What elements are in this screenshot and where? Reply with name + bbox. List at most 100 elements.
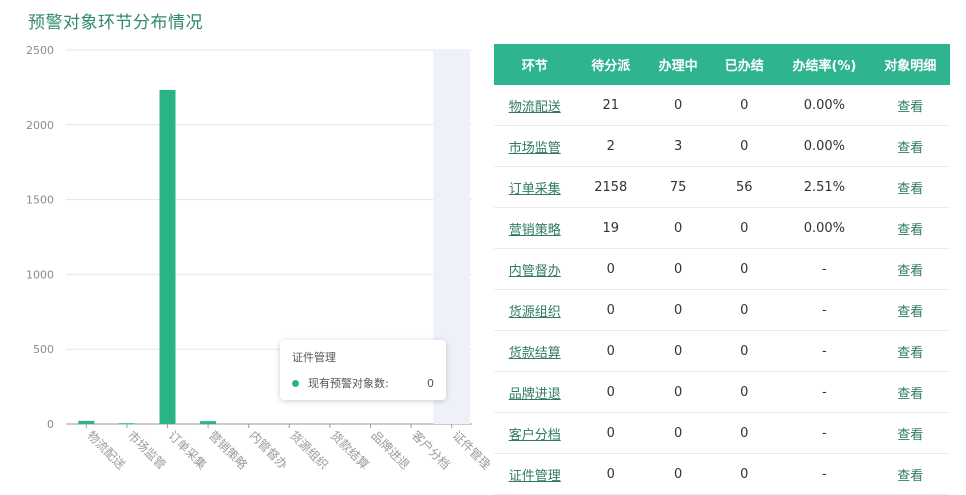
rate-cell: - bbox=[778, 453, 871, 495]
pending-cell: 0 bbox=[575, 330, 647, 372]
rate-cell: 0.00% bbox=[778, 85, 871, 126]
table-row: 物流配送 21 0 0 0.00% 查看 bbox=[494, 85, 950, 126]
rate-cell: - bbox=[778, 371, 871, 413]
view-link[interactable]: 查看 bbox=[897, 264, 923, 279]
x-tick-label: 内管督办 bbox=[247, 428, 292, 473]
processing-cell: 0 bbox=[646, 289, 711, 331]
y-tick-label: 2500 bbox=[26, 44, 54, 57]
pending-cell: 0 bbox=[575, 453, 647, 495]
table-header-row: 环节 待分派 办理中 已办结 办结率(%) 对象明细 bbox=[494, 44, 950, 85]
header-processing: 办理中 bbox=[646, 44, 711, 85]
y-tick-label: 1000 bbox=[26, 268, 54, 281]
table-row: 市场监管 2 3 0 0.00% 查看 bbox=[494, 125, 950, 167]
rate-cell: - bbox=[778, 248, 871, 290]
view-link[interactable]: 查看 bbox=[897, 100, 923, 115]
header-rate: 办结率(%) bbox=[778, 44, 871, 85]
table-row: 营销策略 19 0 0 0.00% 查看 bbox=[494, 207, 950, 249]
processing-cell: 0 bbox=[646, 85, 711, 126]
pending-cell: 2 bbox=[575, 125, 647, 167]
series-dot-icon bbox=[292, 379, 299, 387]
y-tick-label: 1500 bbox=[26, 194, 54, 207]
pending-cell: 0 bbox=[575, 371, 647, 413]
stage-link[interactable]: 物流配送 bbox=[509, 100, 561, 115]
pending-cell: 19 bbox=[575, 207, 647, 249]
x-tick-label: 订单采集 bbox=[165, 428, 210, 473]
x-tick-label: 货款结算 bbox=[328, 428, 373, 473]
view-link[interactable]: 查看 bbox=[897, 346, 923, 361]
stage-link[interactable]: 营销策略 bbox=[509, 223, 561, 238]
processing-cell: 3 bbox=[646, 125, 711, 167]
pending-cell: 0 bbox=[575, 248, 647, 290]
stage-link[interactable]: 市场监管 bbox=[509, 141, 561, 156]
processing-cell: 0 bbox=[646, 371, 711, 413]
rate-cell: - bbox=[778, 289, 871, 331]
stage-link[interactable]: 订单采集 bbox=[509, 182, 561, 197]
x-tick-label: 客户分档 bbox=[409, 428, 454, 473]
stage-link[interactable]: 品牌进退 bbox=[509, 387, 561, 402]
table-row: 内管督办 0 0 0 - 查看 bbox=[494, 248, 950, 290]
done-cell: 0 bbox=[710, 371, 779, 413]
stage-link[interactable]: 内管督办 bbox=[509, 264, 561, 279]
header-detail: 对象明细 bbox=[870, 44, 950, 85]
rate-cell: 0.00% bbox=[778, 125, 871, 167]
rate-cell: - bbox=[778, 330, 871, 372]
done-cell: 0 bbox=[710, 412, 779, 454]
view-link[interactable]: 查看 bbox=[897, 387, 923, 402]
table-row: 货款结算 0 0 0 - 查看 bbox=[494, 330, 950, 372]
header-pending: 待分派 bbox=[575, 44, 647, 85]
bar[interactable] bbox=[78, 420, 95, 424]
x-tick-label: 证件管理 bbox=[450, 428, 490, 473]
pending-cell: 2158 bbox=[575, 166, 647, 208]
pending-cell: 0 bbox=[575, 412, 647, 454]
x-tick-label: 营销策略 bbox=[206, 428, 251, 473]
stage-link[interactable]: 货源组织 bbox=[509, 305, 561, 320]
table-row: 货源组织 0 0 0 - 查看 bbox=[494, 289, 950, 331]
tooltip-title: 证件管理 bbox=[292, 351, 336, 364]
header-done: 已办结 bbox=[710, 44, 779, 85]
y-tick-label: 500 bbox=[33, 343, 54, 356]
rate-cell: 0.00% bbox=[778, 207, 871, 249]
processing-cell: 0 bbox=[646, 330, 711, 372]
view-link[interactable]: 查看 bbox=[897, 428, 923, 443]
processing-cell: 0 bbox=[646, 453, 711, 495]
bar[interactable] bbox=[118, 423, 135, 424]
done-cell: 0 bbox=[710, 125, 779, 167]
table-row: 品牌进退 0 0 0 - 查看 bbox=[494, 371, 950, 413]
done-cell: 0 bbox=[710, 85, 779, 126]
view-link[interactable]: 查看 bbox=[897, 141, 923, 156]
bar[interactable] bbox=[200, 421, 217, 424]
done-cell: 0 bbox=[710, 207, 779, 249]
bar[interactable] bbox=[159, 89, 176, 424]
table-row: 证件管理 0 0 0 - 查看 bbox=[494, 453, 950, 495]
x-tick-label: 品牌进退 bbox=[368, 428, 412, 472]
tooltip-value: 0 bbox=[427, 376, 434, 390]
processing-cell: 0 bbox=[646, 412, 711, 454]
stage-table: 环节 待分派 办理中 已办结 办结率(%) 对象明细 物流配送 21 0 0 0… bbox=[494, 44, 950, 495]
header-stage: 环节 bbox=[494, 44, 576, 85]
pending-cell: 21 bbox=[575, 85, 647, 126]
view-link[interactable]: 查看 bbox=[897, 223, 923, 238]
view-link[interactable]: 查看 bbox=[897, 182, 923, 197]
processing-cell: 0 bbox=[646, 248, 711, 290]
done-cell: 0 bbox=[710, 453, 779, 495]
page-title: 预警对象环节分布情况 bbox=[28, 13, 203, 33]
view-link[interactable]: 查看 bbox=[897, 305, 923, 320]
processing-cell: 0 bbox=[646, 207, 711, 249]
tooltip-series-label: 现有预警对象数: bbox=[308, 377, 389, 390]
table-row: 订单采集 2158 75 56 2.51% 查看 bbox=[494, 166, 950, 208]
stage-link[interactable]: 客户分档 bbox=[509, 428, 561, 443]
x-tick-label: 物流配送 bbox=[84, 428, 129, 473]
y-tick-label: 2000 bbox=[26, 119, 54, 132]
done-cell: 0 bbox=[710, 248, 779, 290]
done-cell: 56 bbox=[710, 166, 779, 208]
table-row: 客户分档 0 0 0 - 查看 bbox=[494, 412, 950, 454]
rate-cell: - bbox=[778, 412, 871, 454]
x-tick-label: 市场监管 bbox=[125, 428, 170, 473]
x-tick-label: 货源组织 bbox=[287, 428, 332, 473]
view-link[interactable]: 查看 bbox=[897, 469, 923, 484]
rate-cell: 2.51% bbox=[778, 166, 871, 208]
stage-link[interactable]: 货款结算 bbox=[509, 346, 561, 361]
processing-cell: 75 bbox=[646, 166, 711, 208]
stage-link[interactable]: 证件管理 bbox=[509, 469, 561, 484]
bar-chart: 0 500 1000 1500 2000 2500 物流配送市场监管订单采集营销策略内管督… bbox=[26, 44, 490, 473]
